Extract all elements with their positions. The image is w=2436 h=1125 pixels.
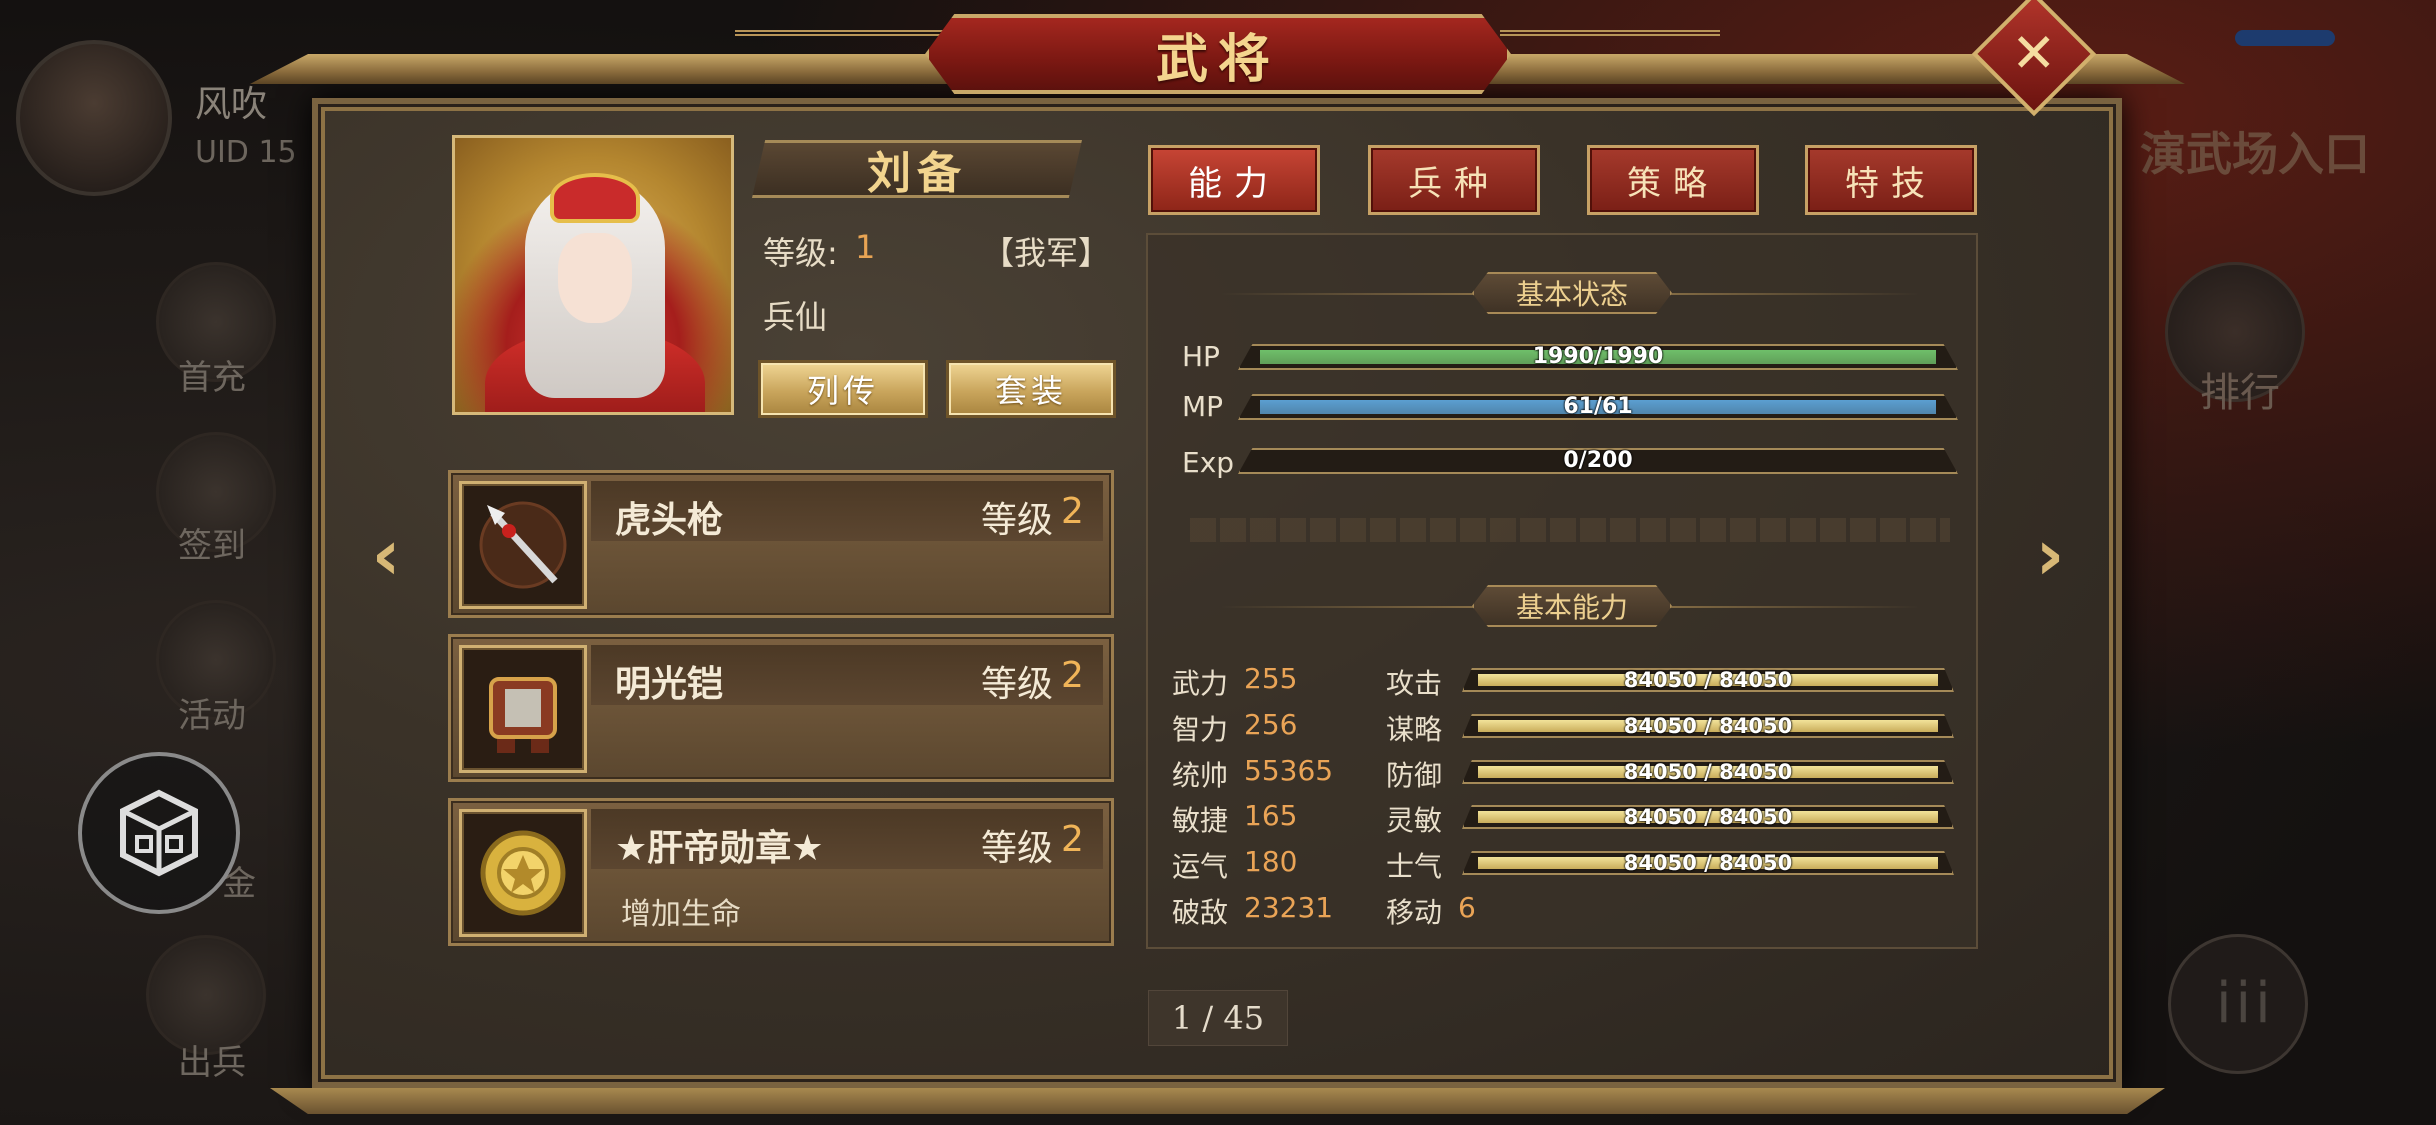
ranking-label: 排行 — [2200, 370, 2280, 416]
hp-bar: 1990/1990 — [1238, 344, 1958, 370]
attr-command-value: 55365 — [1244, 754, 1334, 787]
chevron-right-icon: › — [2035, 514, 2065, 596]
attr-move-label: 移动 — [1386, 896, 1443, 929]
attr-break-enemy-label: 破敌 — [1172, 896, 1229, 929]
cube-menu-button[interactable] — [78, 752, 240, 914]
nimble-bar: 84050 / 84050 — [1462, 805, 1954, 829]
hero-class: 兵仙 — [763, 298, 828, 336]
sign-in-label: 签到 — [178, 526, 246, 566]
exp-label: Exp — [1182, 446, 1235, 479]
deploy-label: 出兵 — [178, 1043, 246, 1083]
first-charge-label: 首充 — [178, 358, 246, 398]
basic-ability-title: 基本能力 — [1472, 585, 1672, 627]
hero-name: 刘备 — [867, 148, 967, 199]
attr-break-enemy-value: 23231 — [1244, 891, 1334, 924]
hero-level-value: 1 — [855, 228, 876, 266]
equipment-slot-weapon[interactable]: 虎头枪 等级 2 — [448, 470, 1114, 618]
hero-portrait — [452, 135, 734, 415]
attack-bar: 84050 / 84050 — [1462, 668, 1954, 692]
spear-icon — [479, 501, 567, 589]
attr-intellect-value: 256 — [1244, 708, 1298, 741]
hero-level-label: 等级: — [763, 234, 838, 272]
strategy-value: 84050 / 84050 — [1623, 714, 1793, 738]
defense-value: 84050 / 84050 — [1623, 760, 1793, 784]
title-flourish-left — [735, 30, 955, 64]
events-label: 活动 — [178, 696, 246, 736]
exp-value: 0/200 — [1563, 448, 1633, 473]
next-hero-button[interactable]: › — [2020, 514, 2080, 596]
equipment-icon-frame — [459, 645, 587, 773]
equipment-name: 明光铠 — [615, 664, 724, 705]
title-flourish-right — [1500, 30, 1720, 64]
morale-value: 84050 / 84050 — [1623, 851, 1793, 875]
equipment-level-value: 2 — [1061, 655, 1084, 696]
status-indicator — [2235, 30, 2335, 46]
equipment-level-label: 等级 — [981, 828, 1054, 869]
window-title: 武将 — [1155, 28, 1280, 90]
hp-label: HP — [1182, 340, 1220, 373]
hero-page-indicator: 1 / 45 — [1148, 990, 1288, 1046]
attr-nimble-label: 灵敏 — [1386, 804, 1443, 837]
attr-move-value: 6 — [1458, 891, 1476, 924]
strategy-bar: 84050 / 84050 — [1462, 714, 1954, 738]
armor-icon — [489, 677, 557, 753]
equipment-set-button[interactable]: 套装 — [946, 360, 1116, 418]
attr-command-label: 统帅 — [1172, 759, 1229, 792]
hero-faction: 【我军】 — [982, 234, 1111, 272]
tab-special-skill[interactable]: 特技 — [1805, 145, 1977, 215]
tab-strategy[interactable]: 策略 — [1587, 145, 1759, 215]
biography-button[interactable]: 列传 — [758, 360, 928, 418]
equipment-name: ★肝帝勋章★ — [615, 828, 824, 869]
equipment-level-value: 2 — [1061, 819, 1084, 860]
morale-bar: 84050 / 84050 — [1462, 851, 1954, 875]
attr-luck-value: 180 — [1244, 845, 1298, 878]
attr-defense-label: 防御 — [1386, 759, 1443, 792]
cube-icon — [120, 789, 198, 877]
portrait-crown — [550, 173, 640, 223]
player-uid: UID 15 — [195, 135, 297, 170]
chevron-left-icon: ‹ — [371, 514, 401, 596]
attr-force-label: 武力 — [1172, 667, 1229, 700]
window-title-plate: 武将 — [925, 14, 1511, 94]
decorative-border — [1190, 518, 1950, 542]
mp-label: MP — [1182, 390, 1224, 423]
attr-morale-label: 士气 — [1386, 850, 1443, 883]
portrait-face — [558, 233, 632, 323]
equipment-icon-frame — [459, 809, 587, 937]
panel-bottom-frame — [270, 1088, 2165, 1114]
menu-glyph: iii — [2216, 971, 2275, 1036]
equipment-slot-armor[interactable]: 明光铠 等级 2 — [448, 634, 1114, 782]
equipment-name: 虎头枪 — [615, 500, 724, 541]
basic-status-title: 基本状态 — [1472, 272, 1672, 314]
tab-troop-type[interactable]: 兵种 — [1368, 145, 1540, 215]
attr-intellect-label: 智力 — [1172, 713, 1229, 746]
mp-bar: 61/61 — [1238, 394, 1958, 420]
player-avatar — [16, 40, 172, 196]
arena-entrance-label: 演武场入口 — [2140, 127, 2370, 181]
attr-force-value: 255 — [1244, 662, 1298, 695]
previous-hero-button[interactable]: ‹ — [356, 514, 416, 596]
hp-value: 1990/1990 — [1532, 344, 1664, 369]
attr-agility-value: 165 — [1244, 799, 1298, 832]
medal-icon — [480, 830, 566, 916]
tab-ability[interactable]: 能力 — [1148, 145, 1320, 215]
attack-value: 84050 / 84050 — [1623, 668, 1793, 692]
equipment-level-value: 2 — [1061, 491, 1084, 532]
equipment-description: 增加生命 — [621, 897, 741, 932]
attr-agility-label: 敏捷 — [1172, 804, 1229, 837]
attr-strategy-label: 谋略 — [1386, 713, 1443, 746]
mp-value: 61/61 — [1563, 394, 1633, 419]
hero-name-plate: 刘备 — [752, 140, 1082, 198]
equipment-icon-frame — [459, 481, 587, 609]
attr-attack-label: 攻击 — [1386, 667, 1443, 700]
equipment-level-label: 等级 — [981, 500, 1054, 541]
close-icon: ✕ — [2011, 21, 2057, 85]
exp-bar: 0/200 — [1238, 448, 1958, 474]
equipment-level-label: 等级 — [981, 664, 1054, 705]
nimble-value: 84050 / 84050 — [1623, 805, 1793, 829]
attr-luck-label: 运气 — [1172, 850, 1229, 883]
defense-bar: 84050 / 84050 — [1462, 760, 1954, 784]
equipment-slot-medal[interactable]: ★肝帝勋章★ 等级 2 增加生命 — [448, 798, 1114, 946]
menu-button: iii — [2168, 934, 2308, 1074]
